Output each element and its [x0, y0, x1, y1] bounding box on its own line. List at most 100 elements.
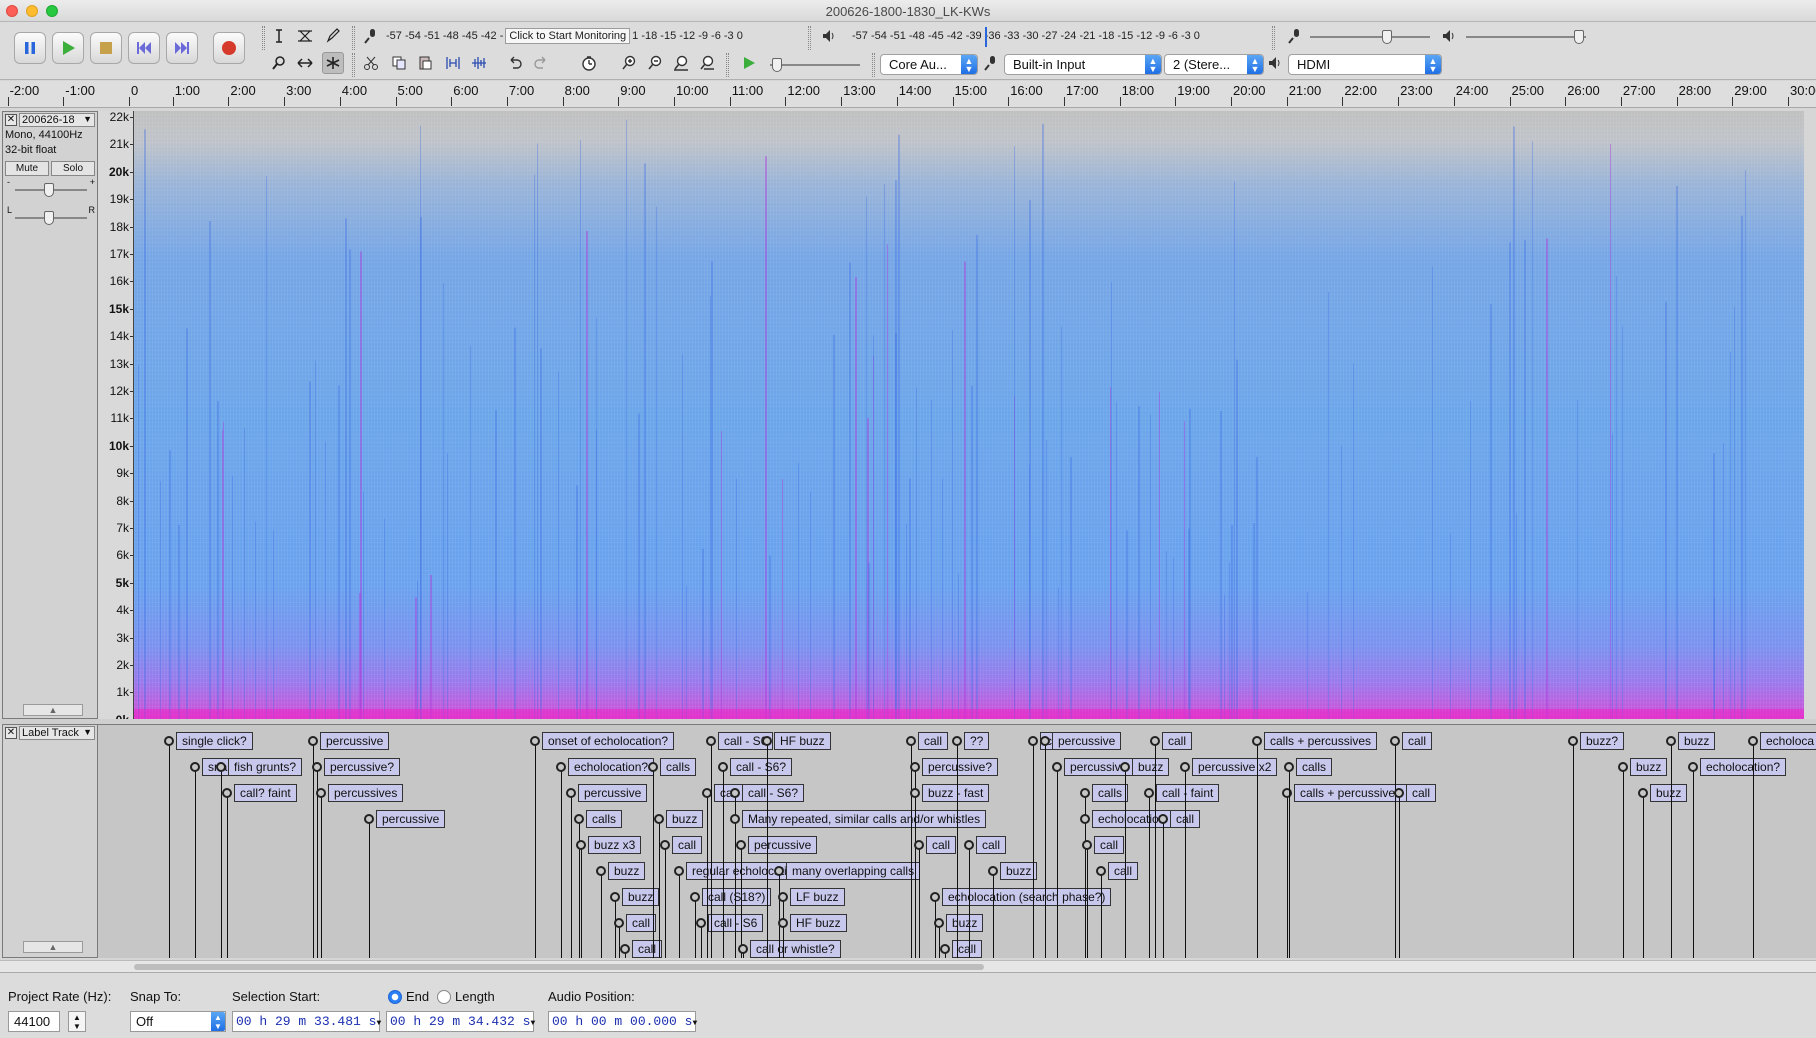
label-text-box[interactable]: buzz? [1580, 732, 1625, 750]
label-handle[interactable] [940, 944, 950, 954]
label-boundary-line[interactable] [1395, 741, 1396, 958]
spectrogram-view[interactable] [134, 111, 1804, 719]
pan-slider[interactable]: L R [7, 205, 95, 226]
label-handle[interactable] [660, 840, 670, 850]
project-rate-field[interactable]: 44100 [8, 1011, 60, 1032]
label-boundary-line[interactable] [561, 767, 562, 958]
label-handle[interactable] [596, 866, 606, 876]
skip-to-end-button[interactable] [166, 32, 198, 64]
sync-lock-button[interactable] [578, 52, 600, 74]
toolbar-grip[interactable] [726, 53, 729, 77]
label-handle[interactable] [216, 762, 226, 772]
label-handle[interactable] [934, 918, 944, 928]
record-button[interactable] [213, 32, 245, 64]
record-meter[interactable]: -57 -54 -51 -48 -45 -42 - Click to Start… [386, 25, 743, 47]
label-handle[interactable] [576, 840, 586, 850]
toolbar-grip[interactable] [262, 26, 265, 50]
label-boundary-line[interactable] [1155, 741, 1156, 958]
label-boundary-line[interactable] [735, 819, 736, 958]
label-handle[interactable] [648, 762, 658, 772]
label-boundary-line[interactable] [1623, 767, 1624, 958]
label-text-box[interactable]: call [1108, 862, 1139, 880]
label-boundary-line[interactable] [1101, 871, 1102, 958]
label-handle[interactable] [930, 892, 940, 902]
snap-to-select[interactable]: Off ▲ ▼ [130, 1011, 226, 1032]
label-handle[interactable] [778, 918, 788, 928]
label-boundary-line[interactable] [571, 793, 572, 958]
label-boundary-line[interactable] [619, 923, 620, 958]
label-text-box[interactable]: buzz [608, 862, 646, 880]
selection-start-time[interactable]: 00 h 29 m 33.481 s▼ [232, 1011, 381, 1032]
label-boundary-line[interactable] [711, 741, 712, 958]
label-text-box[interactable]: buzz x3 [588, 836, 642, 854]
play-meter[interactable]: -57 -54 -51 -48 -45 -42 -39 -36 -33 -30 … [852, 25, 1200, 47]
label-handle[interactable] [1096, 866, 1106, 876]
label-handle[interactable] [736, 840, 746, 850]
mute-button[interactable]: Mute [5, 161, 49, 176]
slider-thumb[interactable] [1574, 30, 1584, 44]
label-boundary-line[interactable] [767, 741, 768, 958]
label-handle[interactable] [530, 736, 540, 746]
label-handle[interactable] [312, 762, 322, 772]
label-track-area[interactable]: single click?snapfish grunts?call? faint… [134, 724, 1816, 958]
label-boundary-line[interactable] [1087, 845, 1088, 958]
paste-button[interactable] [414, 52, 436, 74]
slider-thumb[interactable] [43, 183, 54, 197]
audio-host-select[interactable]: Core Au... ▲ ▼ [880, 54, 978, 75]
label-boundary-line[interactable] [313, 741, 314, 958]
label-boundary-line[interactable] [679, 871, 680, 958]
label-boundary-line[interactable] [1125, 767, 1126, 958]
label-text-box[interactable]: call or whistle? [750, 940, 841, 958]
label-boundary-line[interactable] [915, 793, 916, 958]
label-text-box[interactable]: calls + percussives [1264, 732, 1378, 750]
label-handle[interactable] [738, 944, 748, 954]
recording-channels-select[interactable]: 2 (Stere... ▲ ▼ [1164, 54, 1264, 75]
end-radio[interactable] [388, 990, 402, 1004]
label-handle[interactable] [730, 814, 740, 824]
cut-button[interactable] [360, 52, 382, 74]
label-boundary-line[interactable] [169, 741, 170, 958]
label-text-box[interactable]: buzz [1000, 862, 1038, 880]
label-boundary-line[interactable] [783, 923, 784, 958]
label-boundary-line[interactable] [957, 741, 958, 958]
label-text-box[interactable]: Many repeated, similar calls and/or whis… [742, 810, 987, 828]
label-text-box[interactable]: buzz [1650, 784, 1688, 802]
label-boundary-line[interactable] [321, 793, 322, 958]
label-boundary-line[interactable] [723, 767, 724, 958]
label-text-box[interactable]: calls [1296, 758, 1333, 776]
selection-end-time[interactable]: 00 h 29 m 34.432 s▼ [386, 1011, 535, 1032]
label-handle[interactable] [1284, 762, 1294, 772]
label-text-box[interactable]: calls [1092, 784, 1129, 802]
zoom-in-button[interactable] [618, 52, 640, 74]
label-handle[interactable] [1390, 736, 1400, 746]
label-boundary-line[interactable] [1033, 741, 1034, 958]
skip-to-start-button[interactable] [128, 32, 160, 64]
fit-selection-button[interactable] [670, 52, 692, 74]
label-text-box[interactable]: percussive? [324, 758, 401, 776]
draw-tool[interactable] [322, 25, 344, 47]
close-label-track-button[interactable]: ✕ [5, 727, 17, 739]
label-handle[interactable] [1120, 762, 1130, 772]
label-handle[interactable] [1052, 762, 1062, 772]
label-text-box[interactable]: percussive [1052, 732, 1122, 750]
label-text-box[interactable]: single click? [176, 732, 253, 750]
stop-button[interactable] [90, 32, 122, 64]
label-text-box[interactable]: onset of echolocation? [542, 732, 675, 750]
label-text-box[interactable]: HF buzz [790, 914, 847, 932]
label-boundary-line[interactable] [1149, 793, 1150, 958]
collapse-label-track-button[interactable]: ▲ [23, 941, 83, 953]
label-handle[interactable] [1040, 736, 1050, 746]
label-text-box[interactable]: call [1406, 784, 1437, 802]
solo-button[interactable]: Solo [51, 161, 95, 176]
label-handle[interactable] [706, 736, 716, 746]
playback-device-select[interactable]: HDMI ▲ ▼ [1288, 54, 1442, 75]
label-text-box[interactable]: calls [586, 810, 623, 828]
label-text-box[interactable]: fish grunts? [228, 758, 303, 776]
label-text-box[interactable]: echolocation? [568, 758, 655, 776]
label-boundary-line[interactable] [701, 923, 702, 958]
label-handle[interactable] [316, 788, 326, 798]
audio-position-time[interactable]: 00 h 00 m 00.000 s▼ [548, 1011, 697, 1032]
time-shift-tool[interactable] [294, 52, 316, 74]
gain-slider[interactable]: - + [7, 177, 95, 198]
toolbar-grip[interactable] [352, 26, 355, 50]
